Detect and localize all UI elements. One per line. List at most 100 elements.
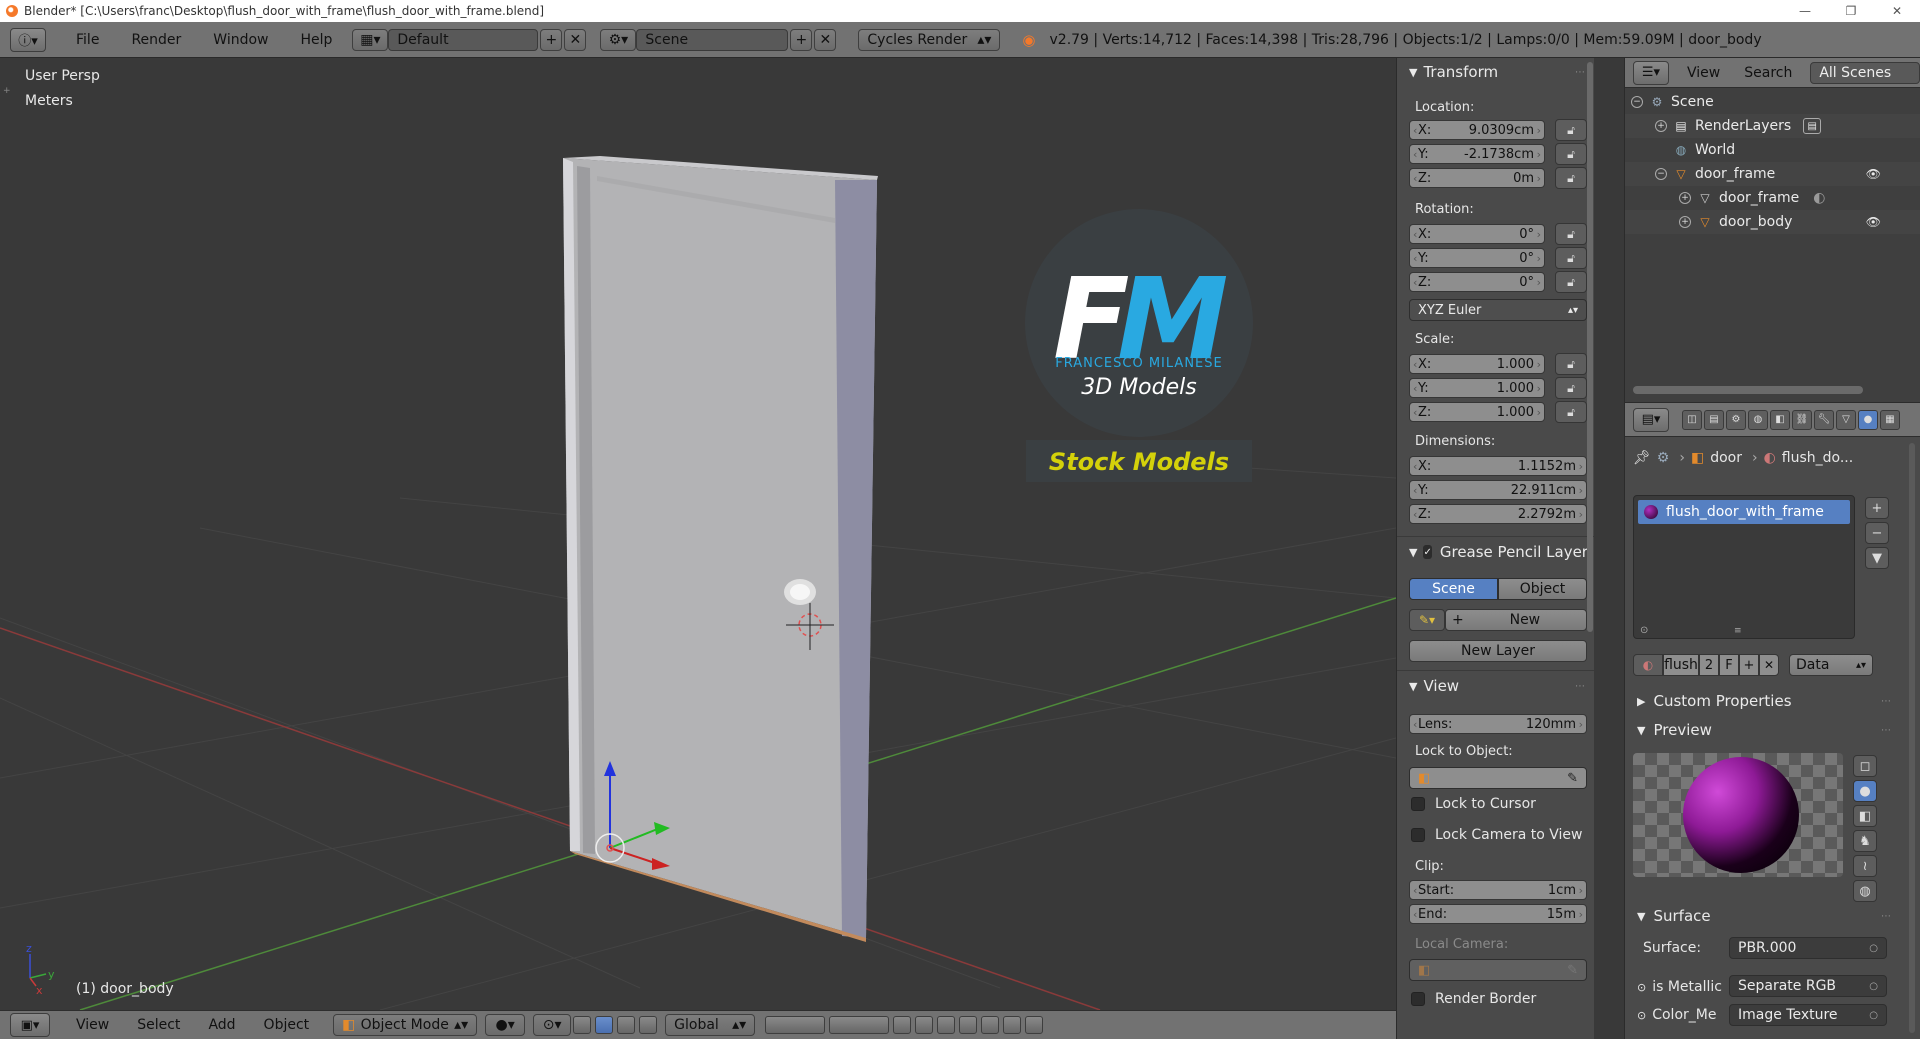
maximize-button[interactable]: ❐: [1828, 0, 1874, 22]
mode-dropdown[interactable]: ◧ Object Mode ▴▾: [333, 1014, 478, 1036]
preview-cube-icon[interactable]: ◧: [1853, 805, 1877, 827]
visibility-eye-icon[interactable]: 👁︎: [1866, 167, 1881, 181]
menu-object[interactable]: Object: [254, 1017, 320, 1033]
editor-type-info-icon[interactable]: ⓘ▾: [10, 27, 46, 52]
dimension-x-field[interactable]: X:1.1152m: [1409, 456, 1587, 476]
surface-shader-dropdown[interactable]: PBR.000 ○: [1729, 937, 1887, 959]
rotation-x-field[interactable]: X:0°: [1409, 224, 1545, 244]
layers-grid-b-icon[interactable]: [829, 1016, 890, 1034]
clip-end-field[interactable]: End:15m: [1409, 904, 1587, 924]
color-metal-input[interactable]: Image Texture ○: [1729, 1004, 1887, 1026]
unlink-material-icon[interactable]: ✕: [1759, 654, 1779, 676]
properties-scrollbar[interactable]: [1909, 443, 1915, 1033]
menu-help[interactable]: Help: [290, 32, 342, 48]
lock-rotation-x-icon[interactable]: 🔓︎: [1555, 223, 1587, 245]
gp-new-layer-button[interactable]: New Layer: [1409, 640, 1587, 662]
lock-layers-icon[interactable]: [893, 1016, 912, 1034]
layers-grid-a-icon[interactable]: [765, 1016, 826, 1034]
remove-slot-icon[interactable]: −: [1865, 522, 1889, 544]
scale-icon[interactable]: [639, 1016, 658, 1034]
grease-pencil-section-header[interactable]: ▼ ✓ Grease Pencil Layer: [1397, 540, 1588, 564]
renderlayer-toggle-icon[interactable]: ▤: [1803, 118, 1822, 134]
menu-render[interactable]: Render: [121, 32, 191, 48]
add-screen-icon[interactable]: +: [540, 28, 563, 51]
rotation-y-field[interactable]: Y:0°: [1409, 248, 1545, 268]
material-slot-item[interactable]: flush_door_with_frame: [1638, 500, 1850, 524]
local-camera-field[interactable]: ◧ ✎: [1409, 959, 1587, 981]
material-tab-icon[interactable]: ●: [1858, 409, 1878, 430]
editor-type-properties-icon[interactable]: ▤▾: [1633, 407, 1669, 432]
fake-user-button[interactable]: F: [1719, 654, 1739, 676]
material-name-field[interactable]: flush: [1663, 654, 1699, 676]
gp-object-tab[interactable]: Object: [1498, 578, 1587, 600]
menu-add[interactable]: Add: [198, 1017, 245, 1033]
lock-camera-checkbox[interactable]: Lock Camera to View: [1411, 827, 1583, 843]
lock-to-cursor-checkbox[interactable]: Lock to Cursor: [1411, 796, 1536, 812]
outliner-row-door-body[interactable]: + ▽ door_body 👁︎: [1625, 210, 1920, 234]
resize-grip-icon[interactable]: ≡: [1734, 626, 1742, 636]
editor-type-3dview-icon[interactable]: ▣▾: [10, 1013, 50, 1037]
scale-x-field[interactable]: X:1.000: [1409, 354, 1545, 374]
gp-new-button[interactable]: + New: [1445, 609, 1587, 631]
pencil-icon[interactable]: ✎▾: [1409, 609, 1445, 631]
dimension-z-field[interactable]: Z:2.2792m: [1409, 504, 1587, 524]
location-x-field[interactable]: X:9.0309cm: [1409, 120, 1545, 140]
material-browse-icon[interactable]: ◐: [1633, 654, 1663, 676]
custom-properties-section[interactable]: ▶ Custom Properties ⋯: [1625, 688, 1920, 714]
pivot-dropdown-icon[interactable]: ⊙▾: [533, 1014, 572, 1036]
opengl-anim-icon[interactable]: [1025, 1016, 1044, 1034]
location-z-field[interactable]: Z:0m: [1409, 168, 1545, 188]
render-border-checkbox[interactable]: Render Border: [1411, 991, 1536, 1007]
preview-hair-icon[interactable]: ≀: [1853, 855, 1877, 877]
tool-shelf-toggle[interactable]: +: [0, 58, 14, 1010]
modifiers-tab-icon[interactable]: 🔧︎: [1814, 409, 1834, 430]
slot-specials-icon[interactable]: ▼: [1865, 547, 1889, 569]
grease-pencil-checkbox[interactable]: ✓: [1423, 545, 1432, 559]
scene-tab-icon[interactable]: ⚙: [1726, 409, 1746, 430]
add-slot-icon[interactable]: +: [1865, 497, 1889, 519]
transform-section-header[interactable]: ▼ Transform ⋯: [1397, 60, 1585, 84]
snap-target-icon[interactable]: [981, 1016, 1000, 1034]
manipulator-toggle-icon[interactable]: [573, 1016, 592, 1034]
translate-icon[interactable]: [595, 1016, 614, 1034]
minimize-button[interactable]: —: [1782, 0, 1828, 22]
lock-scale-y-icon[interactable]: 🔓︎: [1555, 377, 1587, 399]
new-material-icon[interactable]: +: [1739, 654, 1759, 676]
outliner-row-scene[interactable]: − ⚙ Scene: [1625, 90, 1920, 114]
preview-monkey-icon[interactable]: ♞: [1853, 830, 1877, 852]
lock-scale-x-icon[interactable]: 🔓︎: [1555, 353, 1587, 375]
scene-field[interactable]: Scene: [636, 28, 789, 51]
snap-icon[interactable]: [937, 1016, 956, 1034]
render-engine-dropdown[interactable]: Cycles Render ▴▾: [858, 28, 1001, 51]
menu-window[interactable]: Window: [203, 32, 278, 48]
screen-layout-field[interactable]: Default: [388, 28, 539, 51]
visibility-eye-icon[interactable]: 👁︎: [1866, 215, 1881, 229]
lock-to-object-field[interactable]: ◧ ✎: [1409, 767, 1587, 789]
outliner-h-scrollbar[interactable]: [1633, 386, 1863, 394]
lock-rotation-y-icon[interactable]: 🔓︎: [1555, 247, 1587, 269]
dimension-y-field[interactable]: Y:22.911cm: [1409, 480, 1587, 500]
outliner-row-door-frame-mesh[interactable]: + ▽ door_frame ◐: [1625, 186, 1920, 210]
lock-location-z-icon[interactable]: 🔓︎: [1555, 167, 1587, 189]
outliner-row-world[interactable]: ◍ World: [1625, 138, 1920, 162]
screen-layout-icon[interactable]: ▦▾: [352, 28, 389, 51]
slot-handle-icon[interactable]: ⊙: [1640, 625, 1648, 636]
preview-section[interactable]: ▼ Preview ⋯: [1625, 717, 1920, 743]
scene-icon[interactable]: ⚙▾: [600, 28, 637, 51]
opengl-render-icon[interactable]: [1003, 1016, 1022, 1034]
scale-y-field[interactable]: Y:1.000: [1409, 378, 1545, 398]
preview-flat-icon[interactable]: ◻: [1853, 755, 1877, 777]
add-scene-icon[interactable]: +: [790, 28, 813, 51]
editor-type-outliner-icon[interactable]: ☰▾: [1633, 60, 1669, 85]
material-users-button[interactable]: 2: [1699, 654, 1719, 676]
outliner-row-door-frame-object[interactable]: − ▽ door_frame 👁︎: [1625, 162, 1920, 186]
rotation-mode-dropdown[interactable]: XYZ Euler ▴▾: [1409, 299, 1587, 321]
menu-view[interactable]: View: [66, 1017, 119, 1033]
eyedropper-icon[interactable]: ✎: [1567, 771, 1578, 786]
clip-start-field[interactable]: Start:1cm: [1409, 880, 1587, 900]
orientation-dropdown[interactable]: Global ▴▾: [665, 1014, 756, 1036]
link-dropdown[interactable]: Data ▴▾: [1789, 654, 1873, 676]
menu-select[interactable]: Select: [127, 1017, 190, 1033]
remove-screen-icon[interactable]: ✕: [564, 28, 587, 51]
shading-dropdown-icon[interactable]: ●▾: [485, 1014, 526, 1036]
